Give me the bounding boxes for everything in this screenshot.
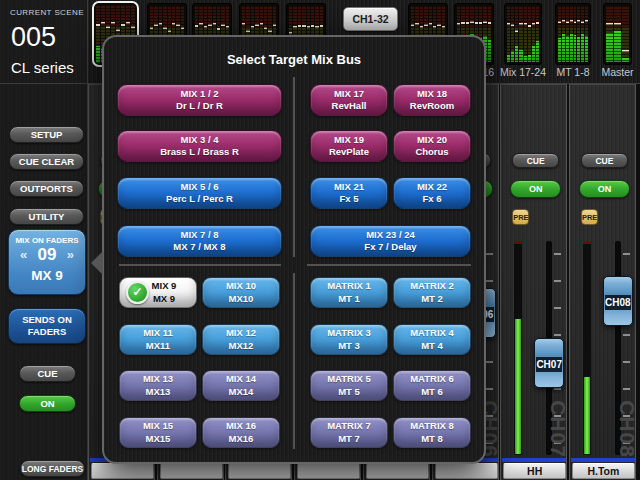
mix-on-faders-label: MIX ON FADERS [9,236,85,245]
mix-bus-button-matrix-5[interactable]: MATRIX 5MT 5 [310,370,388,401]
strip-name-plate[interactable] [435,463,498,479]
divider [293,77,295,257]
strip-meter [514,241,522,455]
scene-series: CL series [11,59,74,76]
next-mix-arrow[interactable]: » [67,247,74,262]
mix-bus-button-mix-21[interactable]: MIX 21Fx 5 [310,177,388,209]
meter-block-master[interactable] [603,3,632,65]
mix-bus-button-mix-20[interactable]: MIX 20Chorus [393,130,471,162]
cue-button[interactable]: CUE [19,365,76,382]
scene-panel: CURRENT SCENE 005 CL series [0,0,88,84]
channel-strip-ch08: CUE ON PRE CH08 CH08 H.Tom [569,84,636,480]
strip-pre-button[interactable]: PRE [512,209,529,225]
meter-block-mix-17-24[interactable] [504,3,542,65]
sends-on-faders-line2: FADERS [9,326,85,338]
prev-mix-arrow[interactable]: « [20,247,27,262]
long-faders-button[interactable]: LONG FADERS [20,460,85,477]
strip-name-plate[interactable] [91,463,154,479]
mix-bus-button-mix-17[interactable]: MIX 17RevHall [310,84,388,116]
meter-block-label: Master [578,66,640,80]
channel-strip-ch07: CUE ON PRE CH07 CH07 HH [500,84,567,480]
mix-bus-button-mix-19[interactable]: MIX 19RevPlate [310,130,388,162]
mix-bus-button-matrix-1[interactable]: MATRIX 1MT 1 [310,277,388,308]
mix-bus-button-mix-16[interactable]: MIX 16MX16 [202,417,280,448]
strip-fader-cap-label: CH08 [605,295,631,310]
strip-name-plate[interactable] [366,463,429,479]
strip-meter-level [584,377,590,454]
mix-bus-button-matrix-6[interactable]: MATRIX 6MT 6 [393,370,471,401]
strip-fader-cap[interactable]: CH07 [534,338,564,388]
mix-bus-button-mix-9[interactable]: MIX 9MX 9✓ [119,277,197,308]
strip-name-plate[interactable] [160,463,223,479]
mix-bus-button-matrix-4[interactable]: MATRIX 4MT 4 [393,324,471,355]
mix-bus-button-mix-11[interactable]: MIX 11MX11 [119,324,197,355]
mix-bus-button-matrix-2[interactable]: MATRIX 2MT 2 [393,277,471,308]
mix-bus-button-mix-14[interactable]: MIX 14MX14 [202,370,280,401]
strip-meter-level [515,319,521,454]
mix-bus-button-matrix-3[interactable]: MATRIX 3MT 3 [310,324,388,355]
bank-button-ch1-32[interactable]: CH1-32 [343,7,398,31]
sidebar: MIX ON FADERS « 09 » MX 9 SENDS ON FADER… [0,84,88,480]
strip-name-plate[interactable]: H.Tom [572,463,635,479]
mix-bus-button-mix-3-4[interactable]: MIX 3 / 4Brass L / Brass R [117,130,282,162]
mix-bus-button-mix-22[interactable]: MIX 22Fx 6 [393,177,471,209]
meter-block-mt-1-8[interactable] [555,3,591,65]
mix-bus-button-matrix-8[interactable]: MATRIX 8MT 8 [393,417,471,448]
sidebar-button-outports[interactable]: OUTPORTS [9,180,84,197]
check-icon: ✓ [126,281,149,304]
sidebar-button-setup[interactable]: SETUP [9,126,84,143]
mix-bus-button-mix-13[interactable]: MIX 13MX13 [119,370,197,401]
divider [307,264,471,266]
select-target-mix-bus-dialog: Select Target Mix Bus MIX 1 / 2Dr L / Dr… [102,35,486,464]
mix-bus-button-mix-12[interactable]: MIX 12MX12 [202,324,280,355]
strip-name-plate[interactable] [228,463,291,479]
mix-bus-button-mix-5-6[interactable]: MIX 5 / 6Perc L / Perc R [117,177,282,209]
strip-fader-cap[interactable]: CH08 [603,276,633,326]
strip-on-button[interactable]: ON [510,180,561,198]
strip-watermark: CH08 [619,399,639,459]
sends-on-faders-button[interactable]: SENDS ON FADERS [8,308,86,344]
mix-bus-button-mix-15[interactable]: MIX 15MX15 [119,417,197,448]
mix-bus-button-matrix-7[interactable]: MATRIX 7MT 7 [310,417,388,448]
strip-cue-button[interactable]: CUE [512,153,559,168]
mix-bus-button-mix-18[interactable]: MIX 18RevRoom [393,84,471,116]
mix-number: 09 [38,245,57,264]
strip-watermark: CH07 [550,399,570,459]
strip-name-plate[interactable]: HH [503,463,566,479]
mix-bus-button-mix-23-24[interactable]: MIX 23 / 24Fx 7 / Delay [310,225,471,257]
dialog-pointer-icon [91,251,103,275]
strip-pre-button[interactable]: PRE [581,209,598,225]
sidebar-button-utility[interactable]: UTILITY [9,208,84,225]
current-scene-label: CURRENT SCENE [10,8,84,17]
mix-bus-button-mix-7-8[interactable]: MIX 7 / 8MX 7 / MX 8 [117,225,282,257]
sidebar-button-cue-clear[interactable]: CUE CLEAR [9,153,84,170]
mix-on-faders-button[interactable]: MIX ON FADERS « 09 » MX 9 [8,229,86,295]
mix-name: MX 9 [9,268,85,283]
dialog-title: Select Target Mix Bus [104,52,484,67]
strip-meter [583,241,591,455]
scene-number: 005 [11,22,56,53]
strip-cue-button[interactable]: CUE [581,153,628,168]
strip-fader-cap-label: CH07 [536,357,562,372]
on-button[interactable]: ON [19,395,76,412]
divider [293,273,295,449]
sends-on-faders-line1: SENDS ON [9,314,85,326]
strip-name-plate[interactable] [297,463,360,479]
mix-bus-button-mix-1-2[interactable]: MIX 1 / 2Dr L / Dr R [117,84,282,116]
mix-bus-button-mix-10[interactable]: MIX 10MX10 [202,277,280,308]
divider [119,264,281,266]
strip-on-button[interactable]: ON [579,180,630,198]
